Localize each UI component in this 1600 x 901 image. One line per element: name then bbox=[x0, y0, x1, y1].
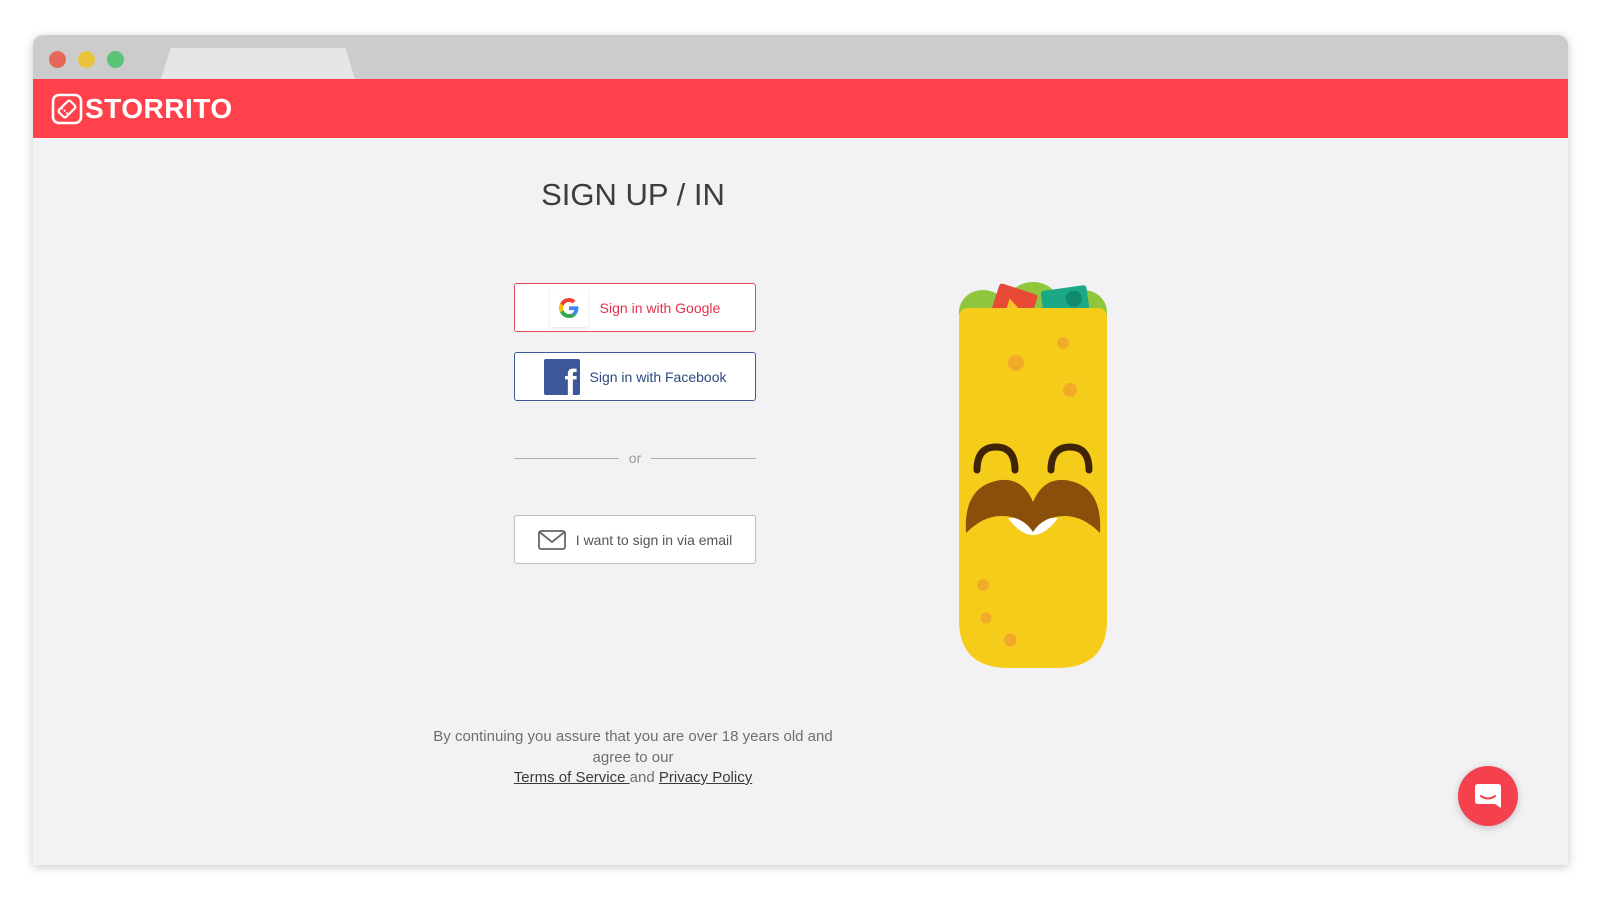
divider-or-text: or bbox=[628, 450, 642, 466]
sign-in-google-button[interactable]: Sign in with Google bbox=[514, 283, 756, 332]
maximize-window-dot[interactable] bbox=[107, 51, 124, 68]
brand-name: STORRITO bbox=[85, 92, 233, 124]
browser-window: STORRITO SIGN UP / IN Sign in with Googl… bbox=[33, 35, 1568, 865]
email-button-label: I want to sign in via email bbox=[575, 531, 733, 548]
app-header: STORRITO bbox=[33, 79, 1568, 138]
or-divider: or bbox=[514, 448, 757, 468]
terms-disclaimer: By continuing you assure that you are ov… bbox=[423, 727, 843, 789]
close-window-dot[interactable] bbox=[49, 51, 66, 68]
sign-in-email-button[interactable]: I want to sign in via email bbox=[514, 515, 756, 564]
facebook-icon: f bbox=[543, 358, 580, 395]
facebook-button-label: Sign in with Facebook bbox=[589, 368, 727, 385]
mail-icon bbox=[537, 529, 566, 550]
page-title: SIGN UP / IN bbox=[541, 177, 725, 212]
sign-in-facebook-button[interactable]: f Sign in with Facebook bbox=[514, 352, 756, 401]
google-button-label: Sign in with Google bbox=[599, 299, 721, 316]
divider-line-left bbox=[514, 457, 619, 459]
disclaimer-text: By continuing you assure that you are ov… bbox=[433, 728, 833, 766]
browser-tab[interactable] bbox=[161, 48, 355, 79]
ticket-icon bbox=[51, 93, 83, 124]
google-icon bbox=[549, 288, 588, 327]
chat-bubble-icon bbox=[1475, 784, 1501, 808]
burrito-mascot-icon bbox=[959, 282, 1107, 668]
privacy-policy-link[interactable]: Privacy Policy bbox=[659, 769, 752, 786]
disclaimer-and-text: and bbox=[629, 769, 655, 786]
browser-titlebar bbox=[33, 35, 1568, 79]
divider-line-right bbox=[651, 457, 757, 459]
brand-logo[interactable]: STORRITO bbox=[51, 93, 233, 125]
terms-of-service-link[interactable]: Terms of Service bbox=[514, 769, 630, 786]
chat-launcher-button[interactable] bbox=[1458, 766, 1518, 826]
minimize-window-dot[interactable] bbox=[78, 51, 95, 68]
